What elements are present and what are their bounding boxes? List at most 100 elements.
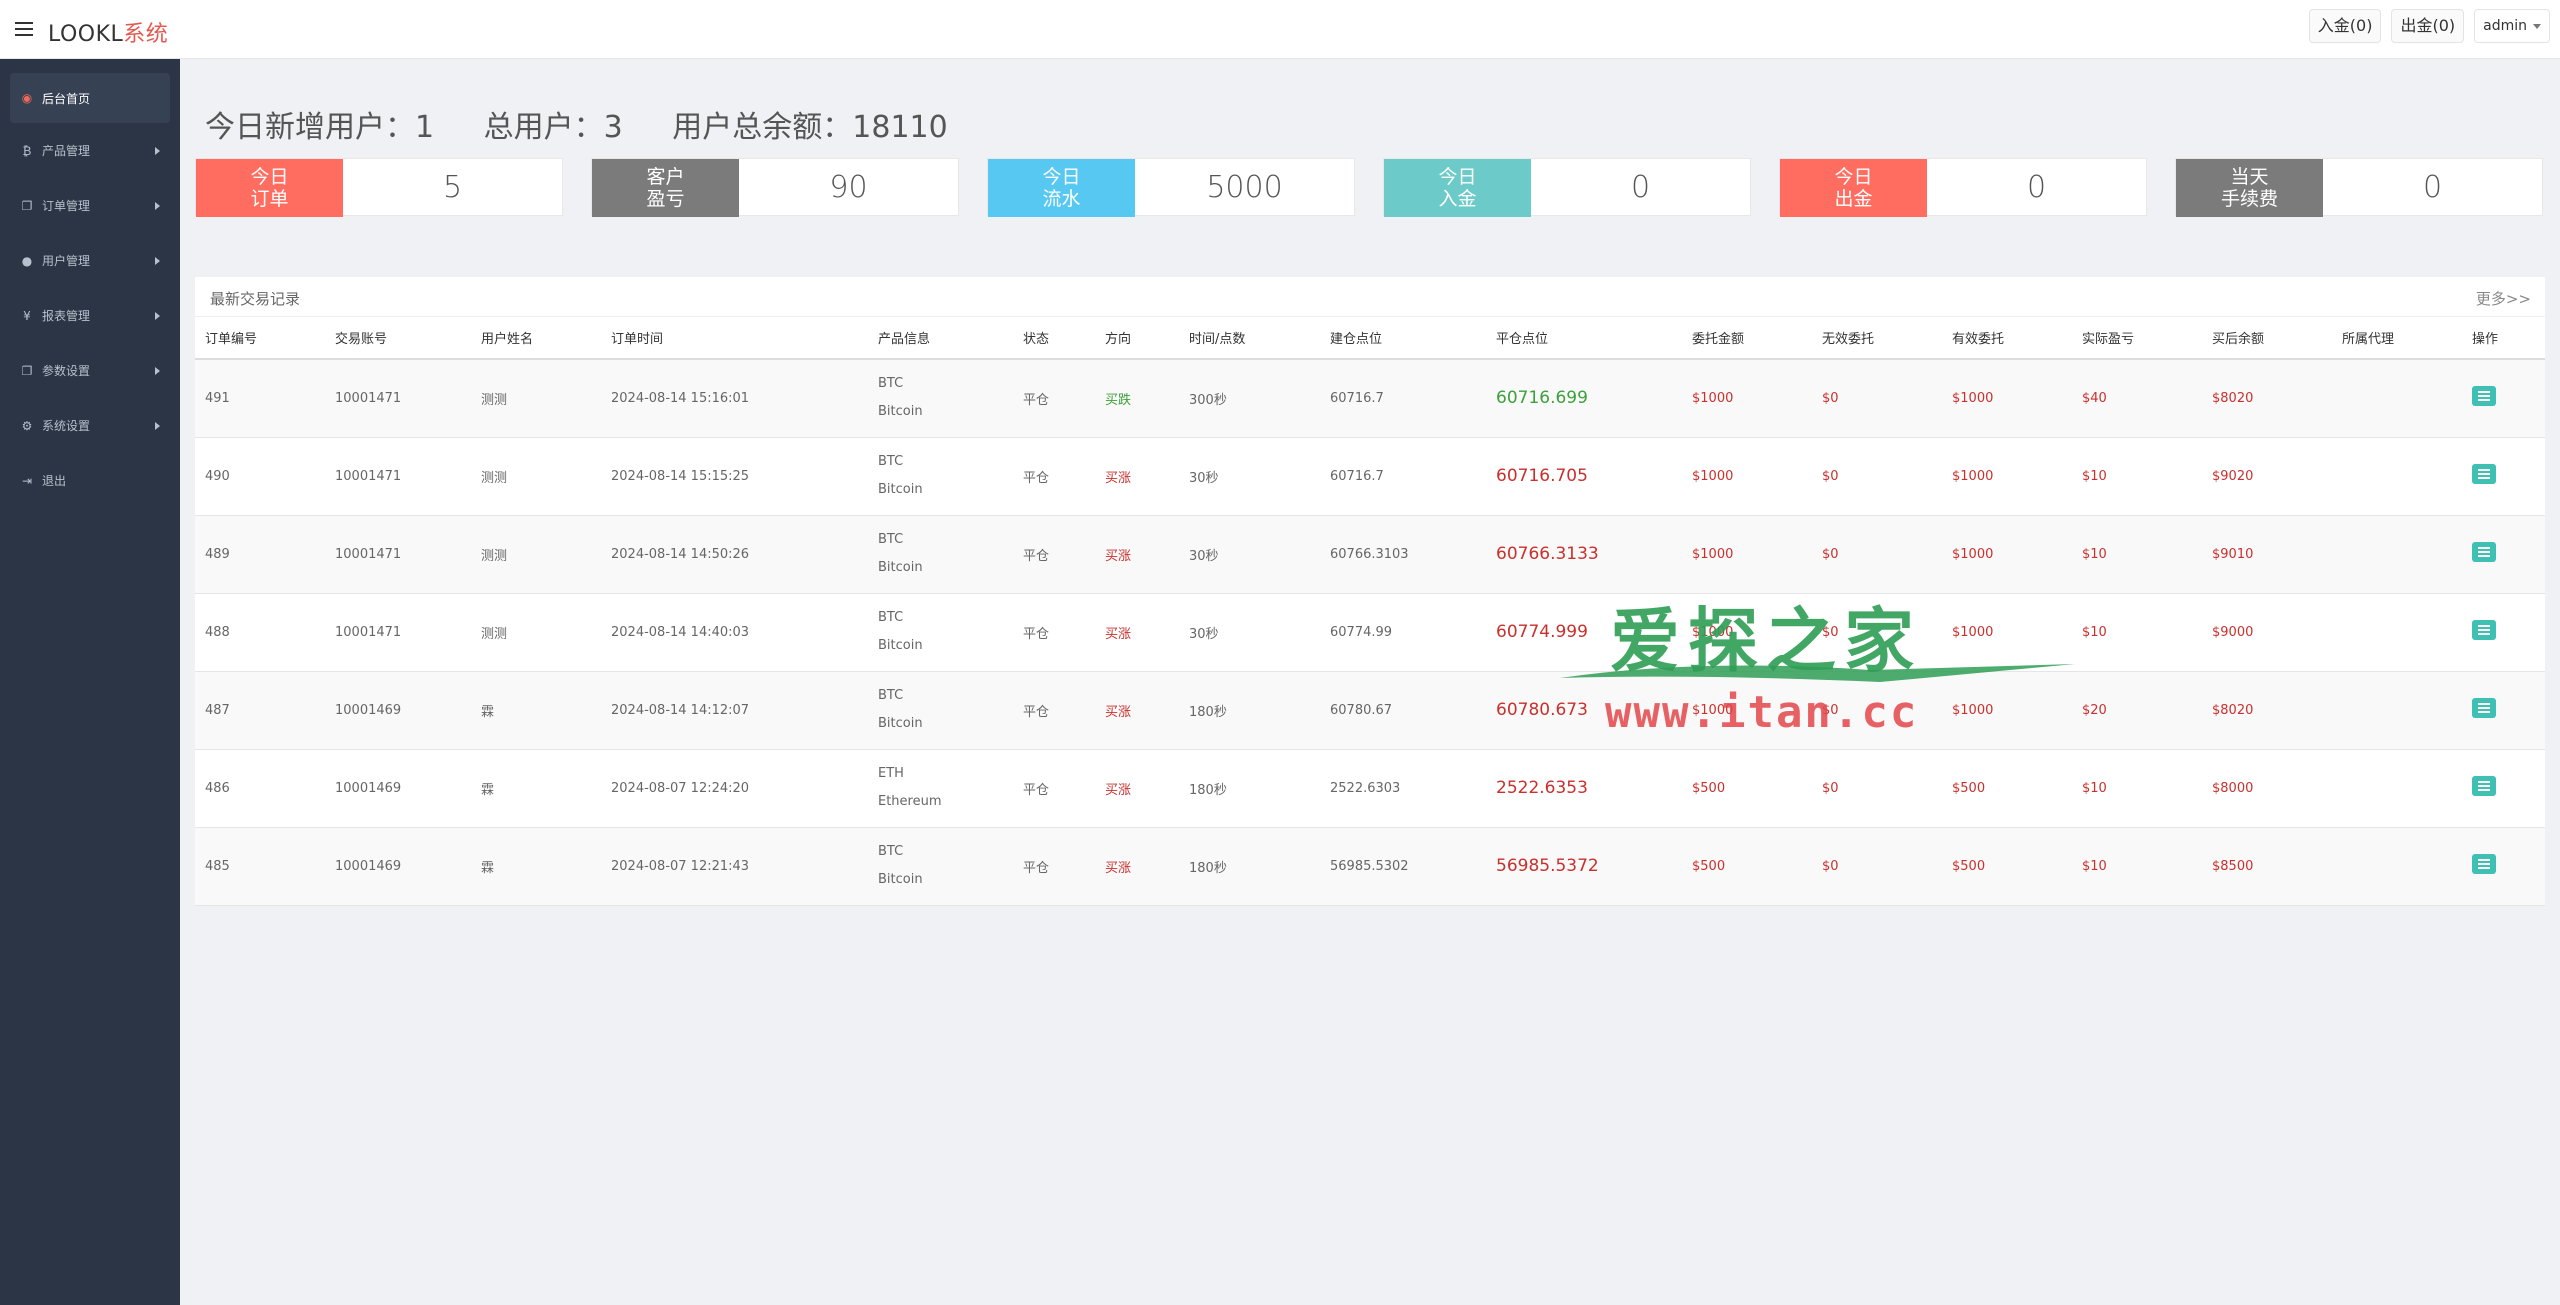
user-name-cell: 测测	[471, 515, 601, 594]
view-details-icon[interactable]	[2472, 542, 2496, 562]
view-details-icon[interactable]	[2472, 464, 2496, 484]
chevron-down-icon	[2533, 23, 2541, 29]
card-label: 当天 手续费	[2176, 159, 2323, 217]
order-time-cell: 2024-08-14 15:15:25	[601, 437, 868, 516]
amount-cell: $500	[1682, 827, 1812, 906]
sign-out-icon: ⇥	[21, 473, 33, 488]
account-cell: 10001471	[325, 593, 471, 672]
column-header: 无效委托	[1812, 317, 1942, 360]
invalid-amount-cell: $0	[1812, 827, 1942, 906]
agent-cell	[2332, 593, 2462, 672]
table-row: 486 10001469 霖 2024-08-07 12:24:20 ETH Ethere…	[195, 749, 2545, 828]
copy-icon: ❐	[21, 363, 33, 378]
order-time-cell: 2024-08-14 14:12:07	[601, 671, 868, 750]
action-cell	[2462, 359, 2545, 438]
agent-cell	[2332, 749, 2462, 828]
sidebar-item-label: 退出	[42, 474, 67, 488]
column-header: 状态	[1013, 317, 1095, 360]
direction-cell: 买涨	[1095, 671, 1179, 750]
status-cell: 平仓	[1013, 749, 1095, 828]
invalid-amount-cell: $0	[1812, 671, 1942, 750]
card-value: 0	[2422, 169, 2443, 205]
stat-cards: 今日 订单 5 客户 盈亏 90 今日 流水 5000 今日 入金 0 今日 出金 0 当…	[195, 158, 2545, 217]
amount-cell: $1000	[1682, 359, 1812, 438]
sidebar-item-users[interactable]: ● 用户管理	[0, 233, 180, 288]
stat-card-today-deposit: 今日 入金 0	[1383, 158, 1751, 217]
table-row: 489 10001471 测测 2024-08-14 14:50:26 BTC Bitco…	[195, 515, 2545, 594]
action-cell	[2462, 593, 2545, 672]
menu-toggle-icon[interactable]	[15, 22, 33, 36]
invalid-amount-cell: $0	[1812, 515, 1942, 594]
sidebar-item-dashboard[interactable]: ◉ 后台首页	[10, 73, 170, 123]
product-code: BTC	[878, 844, 904, 859]
sidebar-item-products[interactable]: ₿ 产品管理	[0, 123, 180, 178]
card-value: 0	[1630, 169, 1651, 205]
sidebar-item-reports[interactable]: ¥ 报表管理	[0, 288, 180, 343]
column-header: 时间/点数	[1179, 317, 1320, 360]
card-value: 0	[2026, 169, 2047, 205]
product-code: BTC	[878, 376, 904, 392]
status-cell: 平仓	[1013, 359, 1095, 438]
chevron-right-icon	[155, 311, 160, 320]
chevron-right-icon	[155, 256, 160, 265]
product-code: BTC	[878, 454, 904, 469]
column-header: 方向	[1095, 317, 1179, 360]
view-details-icon[interactable]	[2472, 620, 2496, 640]
sidebar-item-params[interactable]: ❐ 参数设置	[0, 343, 180, 398]
balance-cell: $8500	[2202, 827, 2332, 906]
order-id-cell: 487	[195, 671, 325, 750]
bitcoin-icon: ₿	[22, 143, 32, 158]
product-code: BTC	[878, 610, 904, 625]
status-cell: 平仓	[1013, 671, 1095, 750]
view-details-icon[interactable]	[2472, 854, 2496, 874]
product-code: BTC	[878, 532, 904, 547]
card-label: 今日 出金	[1780, 159, 1927, 217]
app-logo[interactable]: LOOKL系统	[48, 16, 168, 48]
user-name-cell: 测测	[471, 437, 601, 516]
user-menu-button[interactable]: admin	[2474, 9, 2550, 43]
card-label: 今日 流水	[988, 159, 1135, 217]
sidebar-item-orders[interactable]: ❐ 订单管理	[0, 178, 180, 233]
withdraw-button[interactable]: 出金(0)	[2391, 9, 2465, 43]
deposit-button[interactable]: 入金(0)	[2308, 9, 2382, 43]
product-cell: BTC Bitcoin	[868, 827, 1013, 906]
column-header: 建仓点位	[1320, 317, 1486, 360]
column-header: 实际盈亏	[2072, 317, 2202, 360]
card-label: 客户 盈亏	[592, 159, 739, 217]
more-link[interactable]: 更多>>	[2476, 288, 2531, 309]
open-price-cell: 60716.7	[1320, 359, 1486, 438]
user-name: admin	[2483, 18, 2527, 34]
valid-amount-cell: $1000	[1942, 359, 2072, 438]
table-row: 488 10001471 测测 2024-08-14 14:40:03 BTC Bitco…	[195, 593, 2545, 672]
direction-cell: 买涨	[1095, 437, 1179, 516]
order-time-cell: 2024-08-07 12:21:43	[601, 827, 868, 906]
view-details-icon[interactable]	[2472, 776, 2496, 796]
view-details-icon[interactable]	[2472, 386, 2496, 407]
stat-card-today-volume: 今日 流水 5000	[987, 158, 1355, 217]
table-row: 485 10001469 霖 2024-08-07 12:21:43 BTC Bitcoi…	[195, 827, 2545, 906]
recent-trades-panel: 最新交易记录 更多>> 订单编号 交易账号 用户姓名 订单时间 产品信息 状态 方向 时间/点…	[195, 277, 2545, 906]
table-header-row: 订单编号 交易账号 用户姓名 订单时间 产品信息 状态 方向 时间/点数 建仓点位 平仓点位 委托金…	[195, 317, 2545, 360]
card-label: 今日 订单	[196, 159, 343, 217]
pnl-cell: $20	[2072, 671, 2202, 750]
invalid-amount-cell: $0	[1812, 437, 1942, 516]
agent-cell	[2332, 827, 2462, 906]
product-code: ETH	[878, 766, 904, 781]
view-details-icon[interactable]	[2472, 698, 2496, 718]
account-cell: 10001469	[325, 749, 471, 828]
close-price-cell: 60780.673	[1486, 671, 1682, 750]
balance-cell: $9010	[2202, 515, 2332, 594]
user-name-cell: 测测	[471, 593, 601, 672]
order-id-cell: 490	[195, 437, 325, 516]
sidebar-item-system[interactable]: ⚙ 系统设置	[0, 398, 180, 453]
open-price-cell: 60774.99	[1320, 593, 1486, 672]
sidebar-item-label: 系统设置	[42, 419, 91, 433]
column-header: 操作	[2462, 317, 2545, 360]
account-cell: 10001469	[325, 671, 471, 750]
card-value: 5	[442, 169, 463, 205]
order-id-cell: 488	[195, 593, 325, 672]
product-cell: BTC Bitcoin	[868, 359, 1013, 438]
pnl-cell: $10	[2072, 593, 2202, 672]
sidebar-item-logout[interactable]: ⇥ 退出	[0, 453, 180, 508]
invalid-amount-cell: $0	[1812, 749, 1942, 828]
